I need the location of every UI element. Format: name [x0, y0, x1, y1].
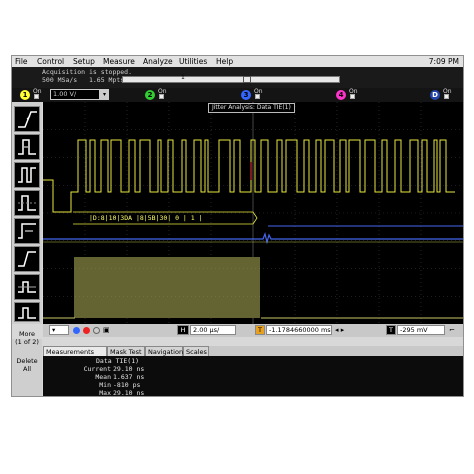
delay-stepper-icon[interactable]: ◂ ▸: [335, 326, 344, 335]
transition-trigger-icon: [18, 251, 36, 267]
more-button-label: More: [18, 330, 36, 338]
window-trigger-icon: [18, 281, 36, 293]
edge-trigger-button[interactable]: [14, 106, 40, 132]
measurement-label: Current: [83, 365, 111, 373]
channel-3-checkbox[interactable]: [255, 94, 260, 99]
measurement-value: 29.10 ns: [113, 389, 145, 397]
acquisition-status: Acquisition is stopped. 500 MSa/s 1.65 M…: [42, 68, 132, 84]
single-indicator-icon[interactable]: [93, 327, 100, 334]
tab-measurements[interactable]: Measurements: [43, 346, 107, 356]
menu-bar: File Control Setup Measure Analyze Utili…: [12, 56, 463, 67]
trigger-position-marker: 1: [181, 74, 185, 81]
more-button[interactable]: More (1 of 2): [12, 330, 42, 346]
window-trigger-button[interactable]: [14, 274, 40, 300]
measurement-value: -810 ps: [113, 381, 141, 389]
transition-trigger-button[interactable]: [14, 246, 40, 272]
screen-title: Jitter Analysis: Data TIE(1): [208, 103, 295, 113]
timeout-trigger-icon: [18, 223, 36, 239]
menu-measure[interactable]: Measure: [103, 56, 135, 67]
channel-1-scale[interactable]: 1.00 V/: [50, 89, 100, 100]
menu-setup[interactable]: Setup: [73, 56, 95, 67]
channel-2-icon[interactable]: 2: [145, 90, 155, 100]
measurement-label: Min: [99, 381, 111, 389]
trigger-level[interactable]: -295 mV: [397, 325, 445, 335]
camera-icon[interactable]: ▣: [103, 326, 110, 335]
state-trigger-icon: [18, 195, 36, 211]
menu-file[interactable]: File: [15, 56, 28, 67]
delete-all-label: Delete: [16, 357, 38, 365]
delete-all-sub: All: [22, 365, 32, 373]
scope-window: File Control Setup Measure Analyze Utili…: [11, 55, 464, 397]
glitch-trigger-button[interactable]: [14, 134, 40, 160]
channel-1-trace: [43, 139, 455, 213]
channel-1-icon[interactable]: 1: [20, 90, 30, 100]
measurement-row: Min -810 ps: [43, 381, 183, 389]
measurement-tabs: Measurements Mask Test Navigation Scales: [43, 346, 463, 356]
pattern-trigger-button[interactable]: [14, 162, 40, 188]
delay-label: T: [255, 325, 265, 335]
glitch-trigger-icon: [18, 139, 36, 155]
pattern-trigger-icon: [18, 167, 36, 183]
runt-trigger-icon: [18, 307, 36, 319]
waveform-display[interactable]: Jitter Analysis: Data TIE(1) |D:8|10|3DA…: [43, 102, 463, 324]
clock: 7:09 PM: [428, 57, 459, 66]
tab-mask-test[interactable]: Mask Test: [107, 346, 145, 356]
math-channel-icon[interactable]: D: [430, 90, 440, 100]
waveform-canvas: [43, 102, 463, 324]
tab-navigation[interactable]: Navigation: [145, 346, 183, 356]
measurement-label: Mean: [95, 373, 111, 381]
tab-scales[interactable]: Scales: [183, 346, 209, 356]
measurement-label: Max: [99, 389, 111, 397]
menu-utilities[interactable]: Utilities: [179, 56, 207, 67]
menu-help[interactable]: Help: [216, 56, 233, 67]
horizontal-scale[interactable]: 2.00 µs/: [190, 325, 236, 335]
side-button-strip: More (1 of 2) Delete All: [12, 330, 42, 396]
menu-control[interactable]: Control: [37, 56, 64, 67]
memory-bar[interactable]: 1: [122, 74, 340, 83]
measurement-panel: Data TIE(1) Current 29.10 ns Mean 1.637 ns…: [43, 356, 463, 397]
view-window-marker[interactable]: [243, 76, 251, 83]
more-button-sub: (1 of 2): [15, 338, 39, 346]
acquisition-status-text: Acquisition is stopped.: [42, 68, 133, 76]
delete-all-button[interactable]: Delete All: [12, 357, 42, 373]
runt-trigger-button[interactable]: [14, 302, 40, 322]
trigger-slope-icon[interactable]: ⌐: [449, 326, 455, 335]
trigger-toolbar: [12, 102, 42, 324]
channel-1-checkbox[interactable]: [34, 94, 39, 99]
stop-indicator-icon[interactable]: [83, 327, 90, 334]
channel-4-checkbox[interactable]: [350, 94, 355, 99]
acquire-mode-box[interactable]: ▾: [49, 325, 69, 335]
math-channel-checkbox[interactable]: [444, 94, 449, 99]
measurement-row: Current 29.10 ns: [43, 365, 183, 373]
measurement-value: 29.10 ns: [113, 365, 145, 373]
edge-trigger-icon: [18, 111, 37, 128]
timeout-trigger-button[interactable]: [14, 218, 40, 244]
dropdown-icon: ▾: [52, 326, 56, 334]
channel-4-icon[interactable]: 4: [336, 90, 346, 100]
horizontal-label: H: [177, 325, 189, 335]
channel-2-checkbox[interactable]: [159, 94, 164, 99]
serial-decode-text: |D:8|10|3DA |8|5B|30| 0 | 1 |: [89, 214, 203, 222]
acquisition-bar: Acquisition is stopped. 500 MSa/s 1.65 M…: [12, 67, 463, 88]
acquisition-rate: 500 MSa/s 1.65 Mpts: [42, 76, 125, 84]
run-indicator-icon[interactable]: [73, 327, 80, 334]
measurement-header: Data TIE(1): [96, 357, 140, 365]
channel-3-icon[interactable]: 3: [241, 90, 251, 100]
trigger-level-label: T: [386, 325, 396, 335]
menu-analyze[interactable]: Analyze: [143, 56, 173, 67]
measurement-value: 1.637 ns: [113, 373, 145, 381]
state-trigger-button[interactable]: [14, 190, 40, 216]
measurement-row: Mean 1.637 ns: [43, 373, 183, 381]
channel-1-scale-dropdown[interactable]: ▾: [100, 89, 109, 100]
horizontal-delay[interactable]: -1.1784660000 ms: [266, 325, 332, 335]
channel-bar: 1 On 1.00 V/ ▾ 2 On 3 On 4 On D On: [12, 88, 463, 102]
measurement-row: Max 29.10 ns: [43, 389, 183, 397]
horizontal-control-bar: ▾ ▣ H 2.00 µs/ T -1.1784660000 ms ◂ ▸ T …: [43, 324, 463, 337]
